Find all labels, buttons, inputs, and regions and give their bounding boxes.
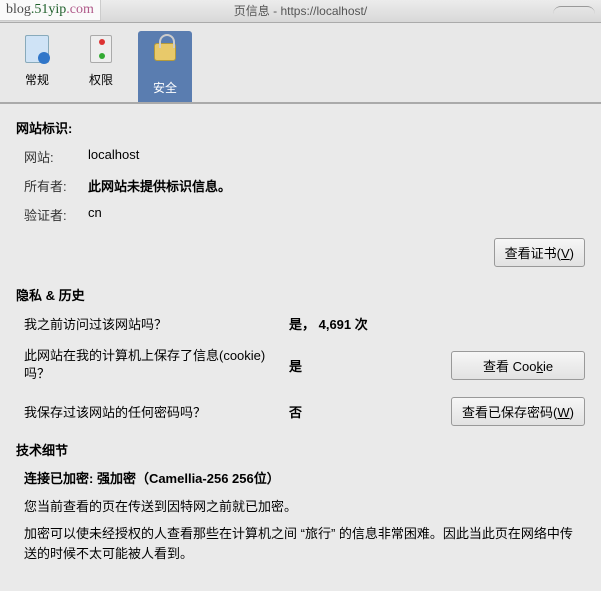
identity-title: 网站标识: xyxy=(16,118,585,137)
permissions-icon xyxy=(85,35,117,67)
tab-general[interactable]: 常规 xyxy=(10,31,64,102)
privacy-q-cookie: 此网站在我的计算机上保存了信息(cookie)吗？ xyxy=(24,347,289,383)
window-title: 页信息 - https://localhost/ xyxy=(234,4,367,18)
identity-value-website: localhost xyxy=(88,147,585,166)
content-area: 网站标识: 网站: localhost 所有者: 此网站未提供标识信息。 验证者… xyxy=(0,104,601,591)
tech-p1: 您当前查看的页在传送到因特网之前就已加密。 xyxy=(24,497,585,517)
watermark: blog.51yip.com xyxy=(0,0,101,21)
tech-p2: 加密可以使未经授权的人查看那些在计算机之间 “旅行” 的信息非常困难。因此当此页… xyxy=(24,524,585,563)
privacy-a-cookie: 是 xyxy=(289,356,451,375)
tech-details: 连接已加密: 强加密（Camellia-256 256位） 您当前查看的页在传送… xyxy=(24,469,585,563)
identity-value-verifier: cn xyxy=(88,205,585,224)
identity-value-owner: 此网站未提供标识信息。 xyxy=(88,176,585,195)
view-saved-passwords-button[interactable]: 查看已保存密码(W) xyxy=(451,397,585,426)
tab-security[interactable]: 安全 xyxy=(138,31,192,102)
identity-label-website: 网站: xyxy=(24,147,88,166)
identity-grid: 网站: localhost 所有者: 此网站未提供标识信息。 验证者: cn xyxy=(24,147,585,224)
privacy-a-visited: 是， 4,691 次 xyxy=(289,314,451,333)
privacy-q-password: 我保存过该网站的任何密码吗？ xyxy=(24,402,289,421)
privacy-a-password: 否 xyxy=(289,402,451,421)
document-info-icon xyxy=(21,35,53,67)
window-controls-placeholder xyxy=(553,6,595,16)
privacy-title: 隐私 & 历史 xyxy=(16,285,585,304)
tab-permissions[interactable]: 权限 xyxy=(74,31,128,102)
view-cookies-button[interactable]: 查看 Cookie xyxy=(451,351,585,380)
lock-icon xyxy=(149,43,181,75)
identity-label-owner: 所有者: xyxy=(24,176,88,195)
view-certificate-button[interactable]: 查看证书(V) xyxy=(494,238,585,267)
tech-title: 技术细节 xyxy=(16,440,585,459)
privacy-grid: 我之前访问过该网站吗？ 是， 4,691 次 此网站在我的计算机上保存了信息(c… xyxy=(24,314,585,426)
encryption-line: 连接已加密: 强加密（Camellia-256 256位） xyxy=(24,469,585,489)
privacy-q-visited: 我之前访问过该网站吗？ xyxy=(24,314,289,333)
identity-label-verifier: 验证者: xyxy=(24,205,88,224)
toolbar: 常规 权限 安全 xyxy=(0,23,601,104)
